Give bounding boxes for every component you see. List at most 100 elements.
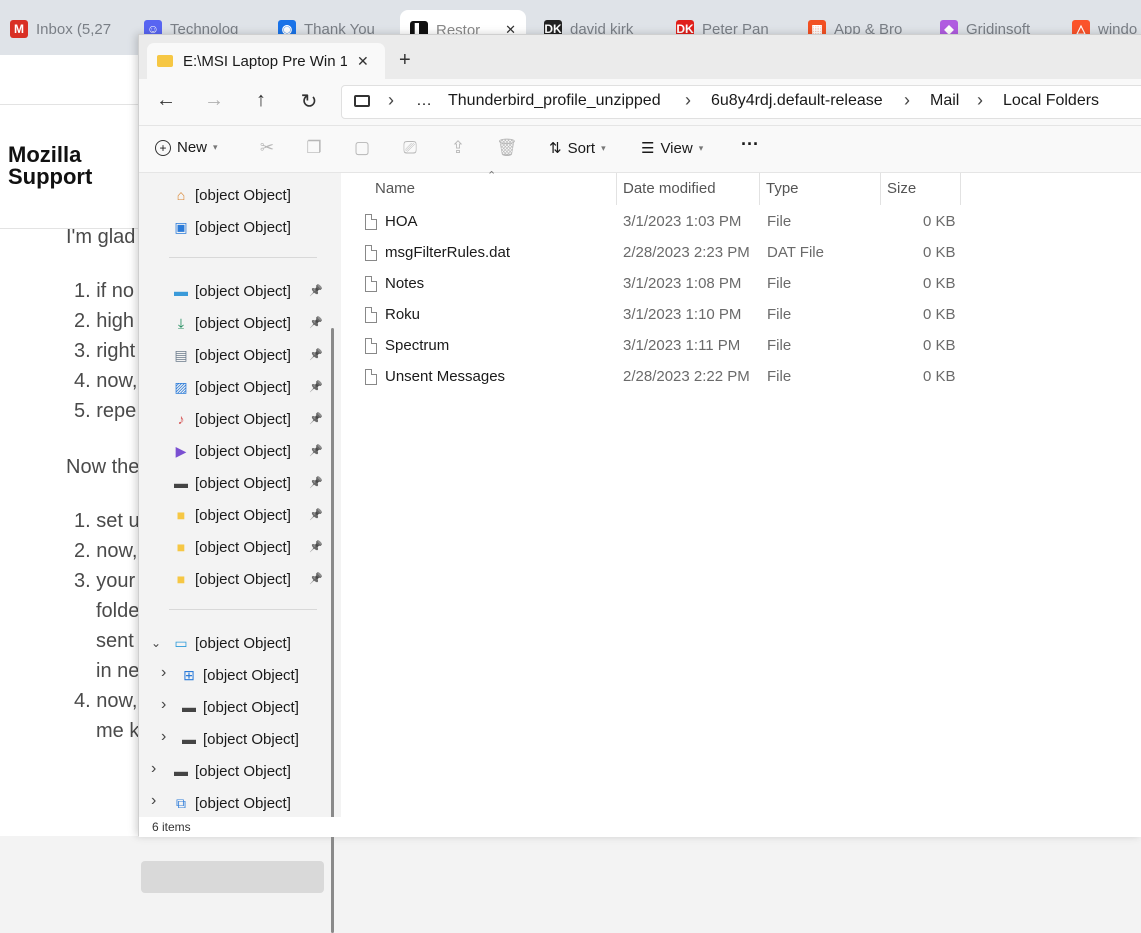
new-tab-button[interactable]: + (399, 49, 411, 72)
file-row[interactable]: Notes 3/1/2023 1:08 PM File 0 KB (357, 270, 957, 301)
pin-icon[interactable]: 📌 (309, 540, 323, 553)
sidebar-item-street-and-trips-fi[interactable]: ■ [object Object] (139, 564, 329, 594)
sidebar-item-label: [object Object] (195, 314, 291, 332)
drive-icon: ▬ (174, 475, 188, 491)
chevron-right-icon[interactable]: › (151, 760, 156, 778)
article-text-line: sent (96, 630, 134, 652)
sidebar-item-this-pc[interactable]: ▭ [object Object] (139, 628, 329, 658)
pin-icon[interactable]: 📌 (309, 284, 323, 297)
network-icon: ⧉ (176, 794, 186, 811)
pin-icon[interactable]: 📌 (309, 508, 323, 521)
file-row[interactable]: Roku 3/1/2023 1:10 PM File 0 KB (357, 301, 957, 332)
pin-icon[interactable]: 📌 (309, 380, 323, 393)
file-date-modified: 3/1/2023 1:11 PM (623, 337, 741, 354)
sidebar-item-screenshots[interactable]: ■ [object Object] (139, 532, 329, 562)
chevron-down-icon[interactable]: ⌄ (151, 636, 161, 650)
close-icon[interactable]: ✕ (357, 53, 369, 70)
column-divider[interactable] (759, 173, 760, 205)
chevron-right-icon: › (685, 90, 691, 110)
sidebar-scrollbar[interactable] (331, 328, 334, 933)
pin-icon[interactable]: 📌 (309, 348, 323, 361)
sidebar-item-gallery[interactable]: ▣ [object Object] (139, 212, 329, 242)
sidebar-item-downloads[interactable]: ⤓ [object Object] (139, 308, 329, 338)
column-size[interactable]: Size (887, 180, 916, 197)
sidebar-item-label: [object Object] (195, 794, 291, 812)
downloads-icon: ⤓ (177, 314, 185, 331)
sidebar-item-data-backup-d[interactable]: ▬ [object Object] (139, 468, 329, 498)
breadcrumb-local-folders[interactable]: Local Folders (1003, 92, 1099, 110)
sidebar-item-desktop[interactable]: ▬ [object Object] (139, 276, 329, 306)
column-divider[interactable] (880, 173, 881, 205)
delete-icon[interactable]: 🗑 (496, 138, 518, 158)
back-button[interactable]: ← (151, 89, 181, 112)
pin-icon[interactable]: 📌 (309, 412, 323, 425)
article-text-line: folde (96, 600, 140, 622)
sidebar-item-network[interactable]: ⧉ [object Object] (139, 788, 329, 818)
pin-icon[interactable]: 📌 (309, 316, 323, 329)
sidebar-item-videos[interactable]: ▶ [object Object] (139, 436, 329, 466)
file-row[interactable]: Unsent Messages 2/28/2023 2:22 PM File 0 KB (357, 363, 957, 394)
cut-icon[interactable]: ✂ (257, 138, 277, 158)
folder-icon (157, 55, 173, 67)
mozilla-logo[interactable]: Mozilla (8, 144, 81, 166)
gmail-icon: M (10, 20, 28, 38)
divider (169, 257, 317, 258)
sidebar-item-documents[interactable]: ▤ [object Object] (139, 340, 329, 370)
article-text-line: 4. now, (74, 370, 138, 392)
sidebar-item-broswer-passwords[interactable]: ■ [object Object] (139, 500, 329, 530)
new-button[interactable]: + New ▾ (155, 139, 218, 156)
rename-icon[interactable]: ⎚ (400, 138, 420, 158)
sidebar-item-label: [object Object] (203, 666, 299, 684)
copy-icon[interactable]: ❐ (304, 138, 324, 158)
pin-icon[interactable]: 📌 (309, 572, 323, 585)
breadcrumb-mail[interactable]: Mail (930, 92, 959, 110)
file-row[interactable]: Spectrum 3/1/2023 1:11 PM File 0 KB (357, 332, 957, 363)
column-name[interactable]: Name (375, 180, 415, 197)
forward-button[interactable]: → (199, 89, 229, 112)
music-icon: ♪ (177, 411, 185, 427)
breadcrumb-thunderbird-profile[interactable]: Thunderbird_profile_unzipped (448, 92, 661, 110)
browser-tab[interactable]: M Inbox (5,27 (10, 13, 128, 45)
sidebar-item-home[interactable]: ⌂ [object Object] (139, 180, 329, 210)
chevron-right-icon[interactable]: › (161, 664, 166, 682)
article-text-line: in ne (96, 660, 140, 682)
sidebar-item-easystore-e[interactable]: ▬ [object Object] (139, 756, 329, 786)
refresh-button[interactable]: ↻ (294, 89, 324, 114)
chevron-right-icon[interactable]: › (151, 792, 156, 810)
column-date-modified[interactable]: Date modified (623, 180, 716, 197)
sidebar-item-local-disk-c[interactable]: ⊞ [object Object] (139, 660, 329, 690)
drive-icon: ▬ (182, 699, 196, 715)
sort-button[interactable]: ⇅ Sort ▾ (549, 139, 606, 158)
address-overflow[interactable]: … (416, 92, 432, 110)
file-row[interactable]: msgFilterRules.dat 2/28/2023 2:23 PM DAT F… (357, 239, 957, 270)
file-row[interactable]: HOA 3/1/2023 1:03 PM File 0 KB (357, 208, 957, 239)
pin-icon[interactable]: 📌 (309, 476, 323, 489)
column-divider[interactable] (616, 173, 617, 205)
column-type[interactable]: Type (766, 180, 799, 197)
breadcrumb-default-release[interactable]: 6u8y4rdj.default-release (711, 92, 883, 110)
drive-icon: ▬ (182, 731, 196, 747)
chevron-right-icon[interactable]: › (161, 728, 166, 746)
explorer-tab[interactable]: E:\MSI Laptop Pre Win 1 ✕ (147, 43, 385, 79)
column-divider[interactable] (960, 173, 961, 205)
pin-icon[interactable]: 📌 (309, 444, 323, 457)
browser-tab-label: Inbox (5,27 (36, 20, 112, 38)
sidebar-item-pictures[interactable]: ▨ [object Object] (139, 372, 329, 402)
desktop-icon: ▬ (174, 283, 188, 299)
paste-icon[interactable]: ▢ (352, 138, 372, 158)
sidebar-item-label: [object Object] (195, 282, 291, 300)
address-bar[interactable]: › … Thunderbird_profile_unzipped › 6u8y4… (341, 85, 1141, 119)
article-text-line: me k (96, 720, 140, 742)
share-icon[interactable]: ⇪ (448, 138, 468, 158)
up-button[interactable]: ↑ (246, 89, 276, 112)
file-list: ⌃ Name Date modified Type Size HOA 3/1/20… (341, 170, 1141, 817)
chevron-right-icon[interactable]: › (161, 696, 166, 714)
more-options-button[interactable]: ··· (741, 134, 759, 155)
file-icon (365, 245, 377, 261)
sidebar-item-data-backup-d[interactable]: ▬ [object Object] (139, 692, 329, 722)
view-button[interactable]: ☰ View ▾ (641, 139, 703, 158)
documents-icon: ▤ (174, 346, 188, 363)
support-logo[interactable]: Support (8, 166, 92, 188)
sidebar-item-easystore-e[interactable]: ▬ [object Object] (139, 724, 329, 754)
sidebar-item-music[interactable]: ♪ [object Object] (139, 404, 329, 434)
